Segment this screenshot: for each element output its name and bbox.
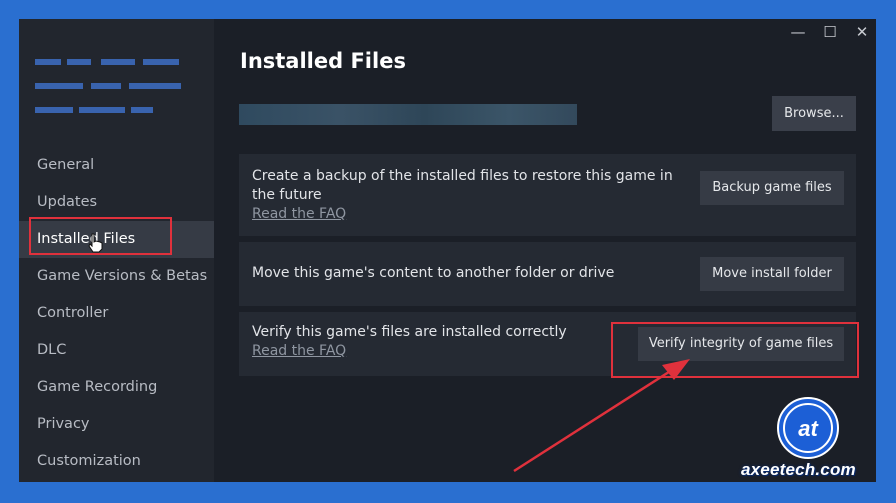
move-description: Move this game's content to another fold… xyxy=(252,265,615,281)
watermark-brand-text: axeetech.com xyxy=(741,460,856,479)
backup-description: Create a backup of the installed files t… xyxy=(252,168,673,203)
sidebar-item-customization[interactable]: Customization xyxy=(19,443,214,480)
maximize-icon[interactable]: ☐ xyxy=(818,21,842,43)
sidebar: General Updates Installed Files Game Ver… xyxy=(19,19,214,482)
hand-cursor-icon xyxy=(88,233,103,253)
sidebar-nav: General Updates Installed Files Game Ver… xyxy=(19,147,214,480)
axeetech-logo-icon: at xyxy=(777,397,839,459)
read-faq-link[interactable]: Read the FAQ xyxy=(252,343,346,359)
close-icon[interactable]: ✕ xyxy=(850,21,874,43)
sidebar-item-privacy[interactable]: Privacy xyxy=(19,406,214,443)
minimize-icon[interactable]: — xyxy=(786,21,810,43)
sidebar-item-game-recording[interactable]: Game Recording xyxy=(19,369,214,406)
sidebar-item-updates[interactable]: Updates xyxy=(19,184,214,221)
backup-row: Create a backup of the installed files t… xyxy=(239,154,856,236)
svg-text:at: at xyxy=(798,416,819,441)
move-install-folder-button[interactable]: Move install folder xyxy=(700,257,844,291)
backup-game-files-button[interactable]: Backup game files xyxy=(700,171,844,205)
steam-properties-window: General Updates Installed Files Game Ver… xyxy=(19,19,876,482)
move-row: Move this game's content to another fold… xyxy=(239,242,856,306)
sidebar-item-controller[interactable]: Controller xyxy=(19,295,214,332)
highlight-box-verify xyxy=(611,322,859,378)
browse-button[interactable]: Browse... xyxy=(772,96,856,131)
page-title: Installed Files xyxy=(240,49,406,73)
verify-description: Verify this game's files are installed c… xyxy=(252,324,567,340)
install-path-blurred xyxy=(239,104,577,125)
sidebar-item-dlc[interactable]: DLC xyxy=(19,332,214,369)
sidebar-item-general[interactable]: General xyxy=(19,147,214,184)
sidebar-item-game-versions-betas[interactable]: Game Versions & Betas xyxy=(19,258,214,295)
read-faq-link[interactable]: Read the FAQ xyxy=(252,206,346,222)
